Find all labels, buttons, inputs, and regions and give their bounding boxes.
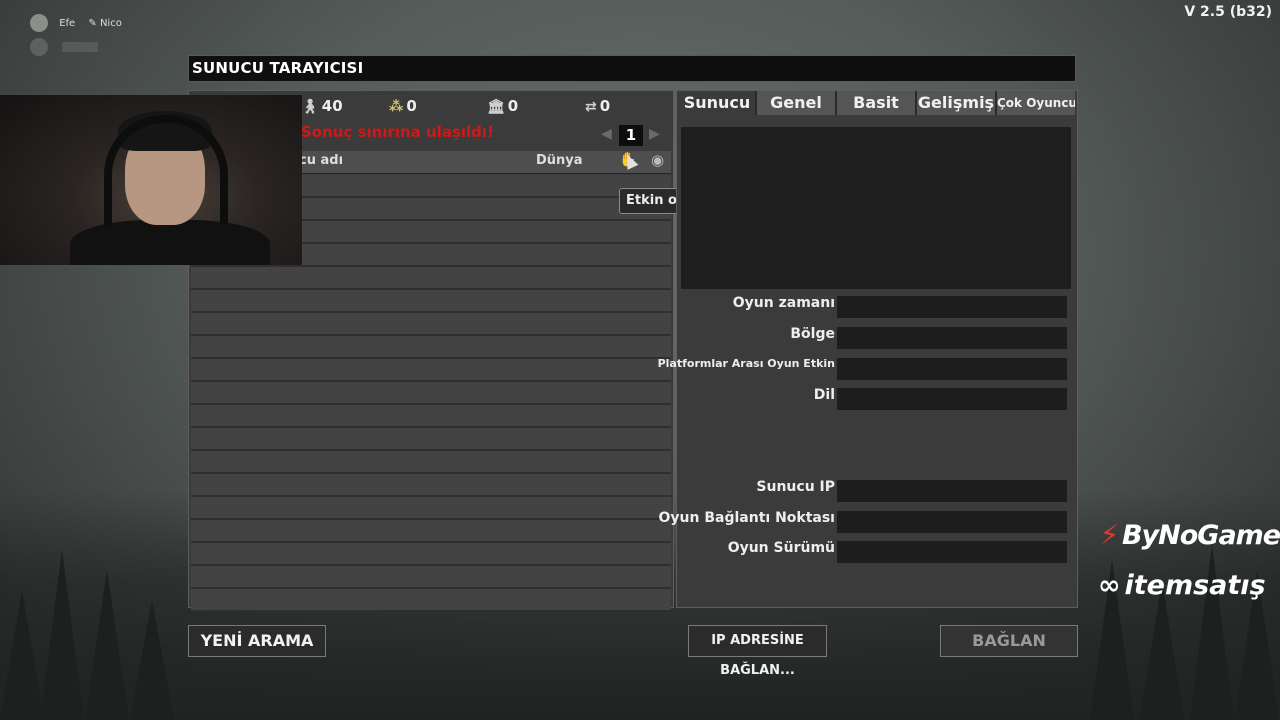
region-value	[837, 327, 1067, 349]
field-label-game-version: Oyun Sürümü	[727, 540, 835, 556]
person-icon: 🚶︎	[301, 99, 319, 115]
crossplay-value	[837, 358, 1067, 380]
table-row[interactable]	[191, 566, 671, 589]
game-version-value	[837, 541, 1067, 563]
sponsor-logo-itemsatis: ∞ itemsatış	[1098, 570, 1266, 601]
prev-page-icon[interactable]: ◀	[601, 126, 612, 142]
table-row[interactable]	[191, 290, 671, 313]
avatar	[30, 38, 48, 56]
table-row[interactable]	[191, 543, 671, 566]
details-tabs: Sunucu Genel Basit Gelişmiş Çok Oyunculu	[679, 91, 1075, 117]
table-row[interactable]	[191, 520, 671, 543]
dedicated-stat: 🏛︎ 0	[487, 97, 519, 115]
language-value	[837, 388, 1067, 410]
table-row[interactable]	[191, 474, 671, 497]
webcam-overlay	[0, 95, 302, 265]
headset-icon	[104, 115, 228, 225]
page-number: 1	[619, 125, 643, 146]
group-icon: ⁂	[389, 99, 404, 115]
table-row[interactable]	[191, 313, 671, 336]
crossplay-stat: ⇄ 0	[585, 97, 611, 115]
field-label-server-ip: Sunucu IP	[756, 479, 835, 495]
version-label: V 2.5 (b32)	[1184, 4, 1272, 20]
swap-icon: ⇄	[585, 99, 597, 115]
game-port-value	[837, 511, 1067, 533]
field-label-language: Dil	[813, 387, 835, 403]
table-row[interactable]	[191, 382, 671, 405]
tab-advanced[interactable]: Gelişmiş	[917, 91, 997, 115]
player-count-stat: 🚶︎ 40	[301, 97, 343, 115]
column-server-name[interactable]: cu adı	[299, 153, 343, 168]
field-label-game-port: Oyun Bağlantı Noktası	[658, 510, 835, 526]
field-label-crossplay: Platformlar Arası Oyun Etkin	[657, 357, 835, 370]
table-row[interactable]	[191, 451, 671, 474]
limit-warning: Sonuç sınırına ulaşıldı!	[301, 123, 494, 141]
table-row[interactable]	[191, 497, 671, 520]
table-row[interactable]	[191, 336, 671, 359]
party-list: Efe ✎ Nico	[30, 14, 122, 56]
player-name: ✎ Nico	[88, 18, 122, 29]
column-world[interactable]: Dünya	[536, 153, 583, 168]
tab-basic[interactable]: Basit	[837, 91, 917, 115]
pager: ◀ 1 ▶	[601, 125, 671, 147]
table-row[interactable]	[191, 267, 671, 290]
game-time-value	[837, 296, 1067, 318]
table-row[interactable]	[191, 359, 671, 382]
new-search-button[interactable]: YENİ ARAMA	[188, 625, 326, 657]
table-row[interactable]	[191, 589, 671, 612]
server-details-panel: Sunucu Genel Basit Gelişmiş Çok Oyunculu…	[658, 90, 1078, 608]
ping-column-icon[interactable]: ◉	[651, 151, 664, 169]
table-row[interactable]	[191, 428, 671, 451]
tab-server[interactable]: Sunucu	[679, 91, 757, 115]
next-page-icon[interactable]: ▶	[649, 126, 660, 142]
server-ip-value	[837, 480, 1067, 502]
tab-multiplayer[interactable]: Çok Oyunculu	[997, 91, 1075, 115]
field-label-game-time: Oyun zamanı	[732, 295, 835, 311]
connect-button[interactable]: BAĞLAN	[940, 625, 1078, 657]
sponsor-logo-bynogame: ⚡ ByNoGame	[1100, 520, 1280, 551]
bynogame-logo-icon: ⚡	[1100, 520, 1119, 551]
itemsatis-logo-icon: ∞	[1098, 570, 1121, 601]
player-name: Efe	[59, 18, 76, 29]
tab-general[interactable]: Genel	[757, 91, 837, 115]
server-preview	[681, 127, 1071, 289]
window-title: SUNUCU TARAYICISI	[188, 55, 1076, 82]
server-stats: 🚶︎ 40 ⁂ 0 🏛︎ 0 ⇄ 0	[301, 95, 671, 119]
friends-stat: ⁂ 0	[389, 97, 417, 115]
connect-ip-button[interactable]: IP ADRESİNE BAĞLAN...	[688, 625, 827, 678]
building-icon: 🏛︎	[487, 99, 505, 115]
field-label-region: Bölge	[790, 326, 835, 342]
table-row[interactable]	[191, 405, 671, 428]
player-name-hidden	[62, 42, 98, 52]
avatar	[30, 14, 48, 32]
